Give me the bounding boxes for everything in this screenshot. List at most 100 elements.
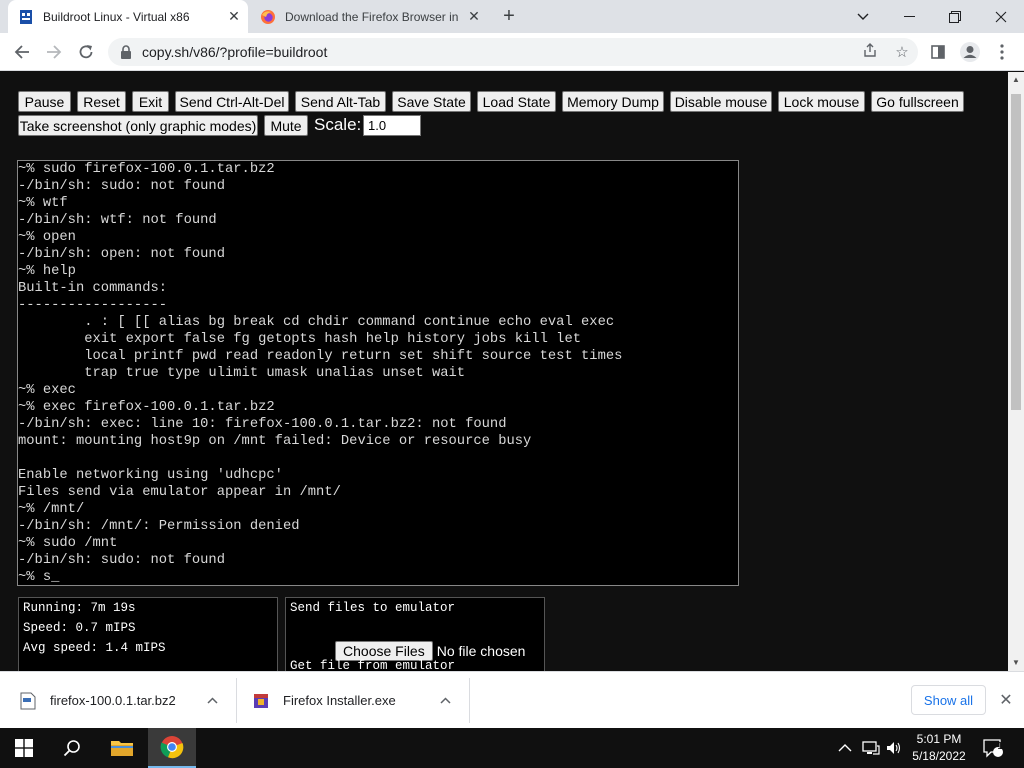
send-files-title: Send files to emulator	[290, 601, 456, 615]
notification-count: 1	[997, 741, 1003, 752]
terminal-line: -/bin/sh: sudo: not found	[18, 179, 225, 194]
close-downloads-icon[interactable]: ✕	[996, 691, 1016, 711]
close-window-icon[interactable]	[978, 0, 1024, 33]
reload-icon[interactable]	[74, 40, 98, 64]
pause-button[interactable]: Pause	[18, 91, 71, 112]
downloads-bar: firefox-100.0.1.tar.bz2 Firefox Installe…	[0, 671, 1024, 728]
download-filename: firefox-100.0.1.tar.bz2	[50, 693, 176, 708]
mute-button[interactable]: Mute	[264, 115, 308, 136]
page-viewport: Pause Reset Exit Send Ctrl-Alt-Del Send …	[0, 72, 1008, 671]
terminal-line: Files send via emulator appear in /mnt/	[18, 485, 341, 500]
notification-center-icon[interactable]: 1	[982, 728, 1004, 768]
forward-arrow-icon[interactable]	[42, 40, 66, 64]
url-text: copy.sh/v86/?profile=buildroot	[142, 44, 328, 60]
system-clock[interactable]: 5:01 PM 5/18/2022	[908, 731, 970, 765]
exit-button[interactable]: Exit	[132, 91, 169, 112]
close-tab-icon[interactable]: ✕	[222, 8, 246, 25]
lock-mouse-button[interactable]: Lock mouse	[778, 91, 865, 112]
tab-buildroot[interactable]: Buildroot Linux - Virtual x86 ✕	[8, 0, 248, 33]
disable-mouse-button[interactable]: Disable mouse	[670, 91, 772, 112]
archive-file-icon	[20, 692, 36, 709]
terminal-line: -/bin/sh: sudo: not found	[18, 553, 225, 568]
terminal-line: ~% /mnt/	[18, 502, 85, 517]
terminal-line: . : [ [[ alias bg break cd chdir command…	[18, 315, 615, 330]
stats-panel: Running: 7m 19s Speed: 0.7 mIPS Avg spee…	[18, 597, 278, 671]
reset-button[interactable]: Reset	[77, 91, 126, 112]
tab-title: Download the Firefox Browser in	[285, 9, 459, 24]
windows-start-icon[interactable]	[0, 728, 48, 768]
scroll-up-arrow-icon[interactable]: ▲	[1008, 72, 1024, 88]
take-screenshot-button[interactable]: Take screenshot (only graphic modes)	[18, 115, 258, 136]
speed-stat: Speed: 0.7 mIPS	[23, 621, 136, 635]
new-tab-icon[interactable]: +	[498, 6, 520, 28]
scrollbar-thumb[interactable]	[1011, 94, 1021, 410]
firefox-favicon-icon	[261, 9, 275, 24]
terminal-line: ~% wtf	[18, 196, 68, 211]
file-transfer-panel: Send files to emulator Choose Files No fi…	[285, 597, 545, 671]
terminal-line: ~% exec	[18, 383, 76, 398]
installer-file-icon	[254, 693, 268, 708]
search-icon[interactable]	[48, 728, 96, 768]
terminal-line: Enable networking using 'udhcpc'	[18, 468, 283, 483]
windows-taskbar: 5:01 PM 5/18/2022 1	[0, 728, 1024, 768]
tab-firefox-download[interactable]: Download the Firefox Browser in ✕	[250, 0, 488, 33]
browser-tab-strip: Buildroot Linux - Virtual x86 ✕ Download…	[0, 0, 1024, 33]
save-state-button[interactable]: Save State	[392, 91, 471, 112]
menu-kebab-icon[interactable]	[990, 40, 1014, 64]
memory-dump-button[interactable]: Memory Dump	[562, 91, 664, 112]
close-tab-icon[interactable]: ✕	[462, 8, 486, 25]
terminal-line: local printf pwd read readonly return se…	[18, 349, 623, 364]
volume-icon[interactable]	[886, 728, 902, 768]
restore-icon[interactable]	[932, 0, 978, 33]
chrome-taskbar-icon[interactable]	[148, 728, 196, 768]
terminal-line: -/bin/sh: open: not found	[18, 247, 225, 262]
show-all-button[interactable]: Show all	[911, 685, 986, 715]
network-icon[interactable]	[862, 728, 880, 768]
scale-label: Scale:	[314, 115, 362, 134]
terminal-line: trap true type ulimit umask unalias unse…	[18, 366, 466, 381]
page-scrollbar[interactable]: ▲ ▼	[1008, 72, 1024, 671]
chevron-up-icon[interactable]	[440, 693, 451, 707]
clock-date: 5/18/2022	[912, 749, 966, 763]
load-state-button[interactable]: Load State	[477, 91, 556, 112]
send-ctrl-alt-del-button[interactable]: Send Ctrl-Alt-Del	[175, 91, 289, 112]
send-alt-tab-button[interactable]: Send Alt-Tab	[295, 91, 386, 112]
download-item-firefox-installer[interactable]: Firefox Installer.exe	[253, 672, 463, 729]
download-filename: Firefox Installer.exe	[283, 693, 396, 708]
terminal-line: ~% sudo /mnt	[18, 536, 118, 551]
terminal-line: ------------------	[18, 298, 168, 313]
profile-avatar-icon[interactable]	[958, 40, 982, 64]
terminal-line: ~% s_	[18, 570, 60, 585]
terminal-line: exit export false fg getopts hash help h…	[18, 332, 582, 347]
go-fullscreen-button[interactable]: Go fullscreen	[871, 91, 964, 112]
minimize-icon[interactable]	[886, 0, 932, 33]
terminal-line: -/bin/sh: exec: line 10: firefox-100.0.1…	[18, 417, 507, 432]
terminal-line: -/bin/sh: wtf: not found	[18, 213, 217, 228]
tab-search-chevron-icon[interactable]	[840, 0, 886, 33]
chevron-up-icon[interactable]	[207, 693, 218, 707]
scroll-down-arrow-icon[interactable]: ▼	[1008, 655, 1024, 671]
terminal-line: mount: mounting host9p on /mnt failed: D…	[18, 434, 532, 449]
terminal-line: ~% sudo firefox-100.0.1.tar.bz2	[18, 162, 275, 177]
share-icon[interactable]	[854, 43, 886, 61]
download-item-firefox-tar[interactable]: firefox-100.0.1.tar.bz2	[20, 672, 230, 729]
terminal-line: ~% exec firefox-100.0.1.tar.bz2	[18, 400, 275, 415]
address-bar[interactable]: copy.sh/v86/?profile=buildroot ☆	[108, 38, 918, 66]
show-hidden-icons-chevron-icon[interactable]	[838, 728, 852, 768]
v86-favicon-icon	[20, 9, 32, 24]
back-arrow-icon[interactable]	[10, 40, 34, 64]
terminal-line: ~% open	[18, 230, 76, 245]
terminal-line: -/bin/sh: /mnt/: Permission denied	[18, 519, 300, 534]
side-panel-icon[interactable]	[926, 40, 950, 64]
file-chooser-row: Choose Files No file chosen	[286, 618, 544, 661]
bookmark-star-icon[interactable]: ☆	[886, 43, 918, 61]
download-divider	[469, 678, 470, 723]
emulator-screen[interactable]: ~% sudo firefox-100.0.1.tar.bz2 -/bin/sh:…	[17, 160, 739, 586]
file-explorer-icon[interactable]	[98, 728, 146, 768]
clock-time: 5:01 PM	[916, 732, 962, 746]
running-time: Running: 7m 19s	[23, 601, 136, 615]
tab-title: Buildroot Linux - Virtual x86	[43, 9, 190, 24]
scale-input[interactable]: 1.0	[363, 115, 421, 136]
download-divider	[236, 678, 237, 723]
